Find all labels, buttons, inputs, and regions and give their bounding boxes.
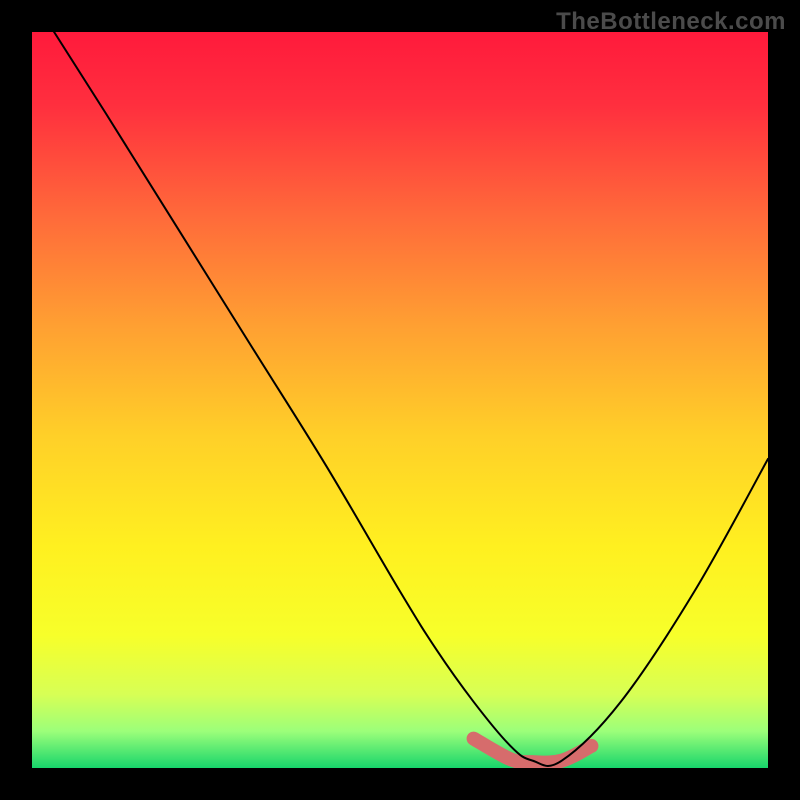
bg-gradient-rect (32, 32, 768, 768)
plot-area (32, 32, 768, 768)
chart-svg (32, 32, 768, 768)
chart-frame: TheBottleneck.com (0, 0, 800, 800)
